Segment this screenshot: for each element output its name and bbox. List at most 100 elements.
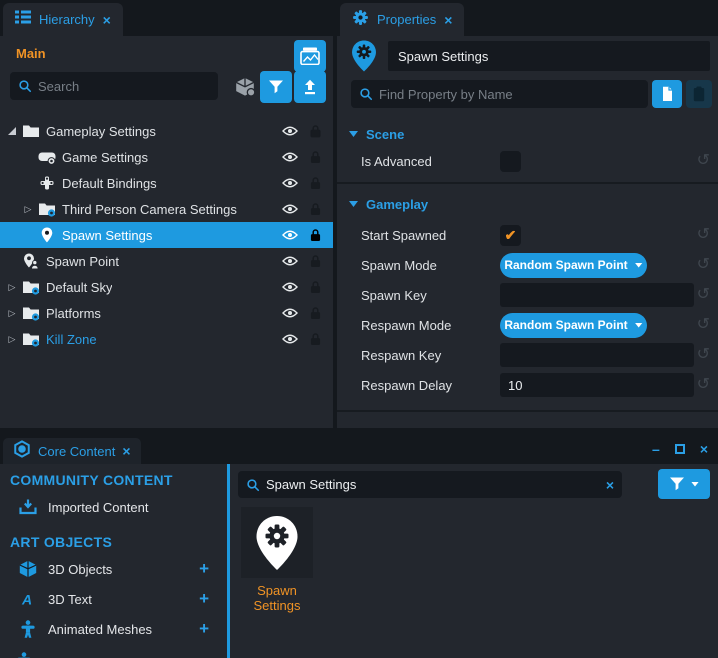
tab-properties-close-icon[interactable]: × <box>444 13 452 27</box>
content-filter-button[interactable] <box>658 469 710 499</box>
find-property-input[interactable] <box>379 87 640 102</box>
close-icon[interactable]: × <box>700 442 708 456</box>
expander-expanded-icon[interactable] <box>4 127 20 135</box>
property-row-spawn-key: Spawn Key ↺ <box>337 280 718 310</box>
reset-icon[interactable]: ↺ <box>697 377 710 393</box>
folder-gear-icon <box>20 306 42 321</box>
tab-properties-label: Properties <box>377 12 436 27</box>
paste-properties-button[interactable] <box>686 80 712 108</box>
add-icon[interactable]: + <box>199 589 209 609</box>
reset-icon[interactable]: ↺ <box>697 227 710 243</box>
visibility-eye-icon[interactable] <box>277 229 303 241</box>
respawn-mode-dropdown[interactable]: Random Spawn Point <box>500 313 647 338</box>
hierarchy-search-input[interactable] <box>38 79 210 94</box>
section-divider <box>337 182 718 184</box>
tree-item-label: Default Bindings <box>62 176 157 191</box>
lock-icon[interactable] <box>303 332 327 346</box>
add-icon[interactable]: + <box>199 619 209 639</box>
reset-icon[interactable]: ↺ <box>697 257 710 273</box>
folder-gear-icon <box>36 202 58 217</box>
expander-collapsed-icon[interactable]: ▷ <box>4 334 20 345</box>
clear-search-icon[interactable]: × <box>606 477 614 493</box>
property-row-is-advanced: Is Advanced ↺ <box>337 146 718 176</box>
tab-properties[interactable]: Properties × <box>340 3 464 36</box>
lock-icon[interactable] <box>303 176 327 190</box>
reset-icon[interactable]: ↺ <box>697 317 710 333</box>
dropdown-value: Random Spawn Point <box>504 318 627 332</box>
sidebar-item-label: Imported Content <box>48 500 148 515</box>
gamepad-gear-icon <box>36 150 58 165</box>
visibility-eye-icon[interactable] <box>277 255 303 267</box>
object-name-input[interactable] <box>388 41 710 71</box>
property-row-respawn-delay: Respawn Delay ↺ <box>337 370 718 400</box>
lock-icon[interactable] <box>303 124 327 138</box>
reset-icon[interactable]: ↺ <box>697 347 710 363</box>
sidebar-item-partial-icon <box>17 652 31 658</box>
add-icon[interactable]: + <box>199 559 209 579</box>
property-label: Spawn Mode <box>361 258 500 273</box>
reset-icon[interactable]: ↺ <box>697 153 710 169</box>
tree-item-game-settings[interactable]: Game Settings <box>0 144 333 170</box>
hierarchy-filter-button[interactable] <box>260 71 292 103</box>
expander-collapsed-icon[interactable]: ▷ <box>20 204 36 215</box>
section-title: Gameplay <box>366 197 428 212</box>
tree-item-gameplay-settings[interactable]: Gameplay Settings <box>0 118 333 144</box>
hierarchy-upload-button[interactable] <box>294 71 326 103</box>
group-objects-icon[interactable] <box>232 75 258 99</box>
find-property-box[interactable] <box>351 80 648 108</box>
section-gameplay[interactable]: Gameplay <box>337 192 718 216</box>
respawn-delay-input[interactable] <box>500 373 694 397</box>
sidebar-item-3d-text[interactable]: A 3D Text + <box>0 584 227 614</box>
visibility-eye-icon[interactable] <box>277 203 303 215</box>
lock-icon[interactable] <box>303 228 327 242</box>
visibility-eye-icon[interactable] <box>277 151 303 163</box>
expander-collapsed-icon[interactable]: ▷ <box>4 282 20 293</box>
minimize-icon[interactable]: – <box>652 442 660 456</box>
sidebar-item-animated-meshes[interactable]: Animated Meshes + <box>0 614 227 644</box>
level-thumbnail-button[interactable] <box>294 40 326 72</box>
copy-properties-button[interactable] <box>652 80 682 108</box>
visibility-eye-icon[interactable] <box>277 281 303 293</box>
reset-icon[interactable]: ↺ <box>697 287 710 303</box>
tab-core-content-label: Core Content <box>38 444 115 459</box>
section-scene[interactable]: Scene <box>337 122 718 146</box>
lock-icon[interactable] <box>303 202 327 216</box>
is-advanced-checkbox[interactable] <box>500 151 521 172</box>
tree-item-spawn-point[interactable]: Spawn Point <box>0 248 333 274</box>
visibility-eye-icon[interactable] <box>277 333 303 345</box>
tree-item-default-bindings[interactable]: Default Bindings <box>0 170 333 196</box>
lock-icon[interactable] <box>303 254 327 268</box>
tree-item-spawn-settings-selected[interactable]: Spawn Settings <box>0 222 333 248</box>
content-search-input[interactable] <box>266 477 600 492</box>
tab-hierarchy[interactable]: Hierarchy × <box>3 3 123 36</box>
property-row-respawn-mode: Respawn Mode Random Spawn Point ↺ <box>337 310 718 340</box>
tab-core-content-close-icon[interactable]: × <box>122 444 130 458</box>
hierarchy-search-box[interactable] <box>10 72 218 100</box>
tree-item-default-sky[interactable]: ▷ Default Sky <box>0 274 333 300</box>
lock-icon[interactable] <box>303 306 327 320</box>
maximize-icon[interactable] <box>675 444 685 454</box>
lock-icon[interactable] <box>303 150 327 164</box>
tab-core-content[interactable]: Core Content × <box>3 438 141 464</box>
visibility-eye-icon[interactable] <box>277 125 303 137</box>
result-tile-spawn-settings[interactable] <box>241 507 313 578</box>
spawn-key-input[interactable] <box>500 283 694 307</box>
hierarchy-scene-row: Main <box>0 36 333 72</box>
visibility-eye-icon[interactable] <box>277 307 303 319</box>
tab-hierarchy-label: Hierarchy <box>39 12 95 27</box>
sidebar-item-3d-objects[interactable]: 3D Objects + <box>0 554 227 584</box>
expander-collapsed-icon[interactable]: ▷ <box>4 308 20 319</box>
content-search-box[interactable]: × <box>238 471 622 498</box>
start-spawned-checkbox[interactable]: ✔ <box>500 225 521 246</box>
sidebar-item-imported-content[interactable]: Imported Content <box>0 492 227 522</box>
core-content-sidebar: COMMUNITY CONTENT Imported Content ART O… <box>0 464 227 658</box>
visibility-eye-icon[interactable] <box>277 177 303 189</box>
property-label: Spawn Key <box>361 288 500 303</box>
respawn-key-input[interactable] <box>500 343 694 367</box>
lock-icon[interactable] <box>303 280 327 294</box>
spawn-mode-dropdown[interactable]: Random Spawn Point <box>500 253 647 278</box>
tree-item-platforms[interactable]: ▷ Platforms <box>0 300 333 326</box>
tree-item-third-person-camera-settings[interactable]: ▷ Third Person Camera Settings <box>0 196 333 222</box>
tree-item-kill-zone[interactable]: ▷ Kill Zone <box>0 326 333 352</box>
tab-hierarchy-close-icon[interactable]: × <box>103 13 111 27</box>
